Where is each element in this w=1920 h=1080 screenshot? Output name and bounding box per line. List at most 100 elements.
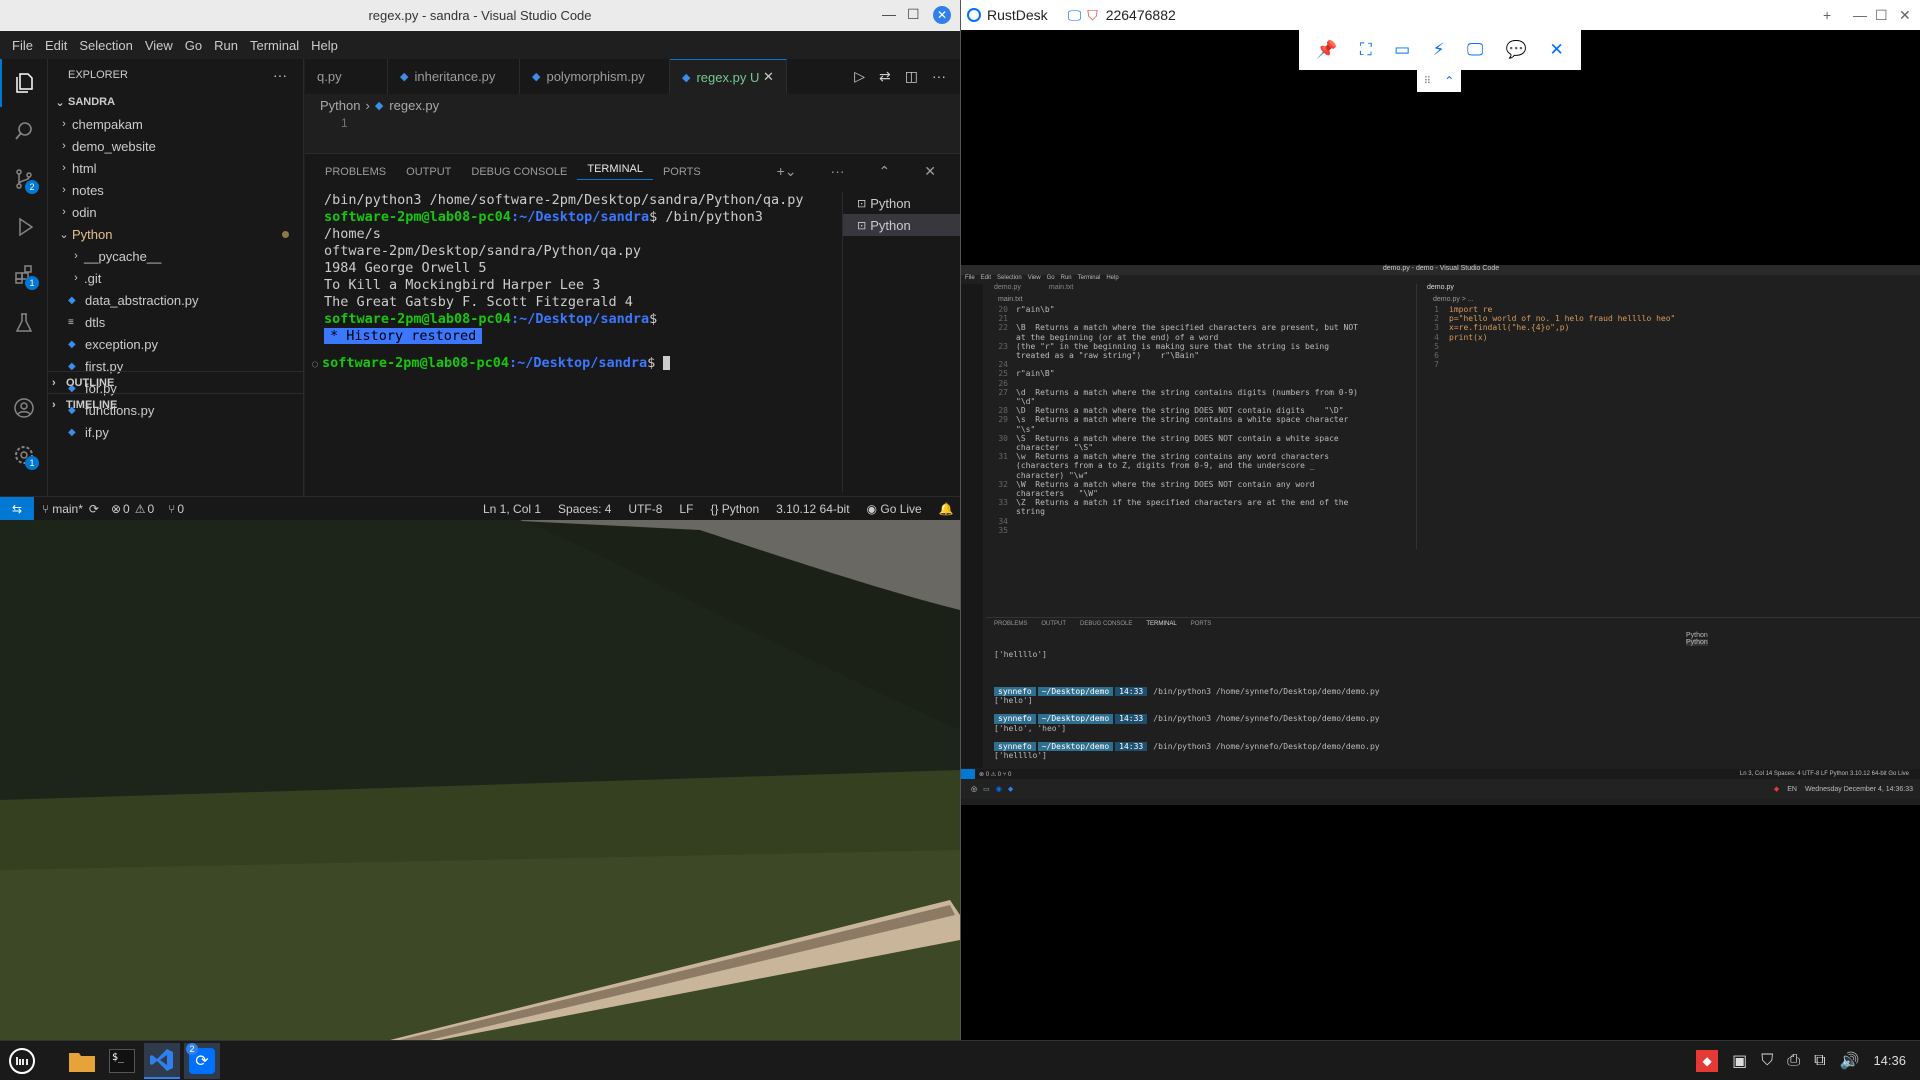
volume-tray-icon[interactable]: 🔊 [1840, 1051, 1860, 1071]
menu-selection[interactable]: Selection [73, 38, 138, 53]
remote-menu-item[interactable]: File [965, 275, 975, 281]
anydesk-tray-icon[interactable]: ◆ [1696, 1049, 1719, 1072]
chat-icon[interactable]: 💬 [1506, 40, 1527, 60]
menu-file[interactable]: File [6, 38, 39, 53]
panel-tab-debug-console[interactable]: DEBUG CONSOLE [461, 166, 577, 178]
menu-edit[interactable]: Edit [39, 38, 73, 53]
code-area[interactable]: 1 [305, 116, 960, 132]
search-icon[interactable] [0, 107, 48, 155]
tab-polymorphism-py[interactable]: ◆ polymorphism.py [520, 59, 670, 94]
tree-item[interactable]: › html [48, 157, 303, 179]
split-editor-icon[interactable]: ◫ [905, 68, 918, 85]
panel-tab-problems[interactable]: PROBLEMS [315, 166, 396, 178]
menu-go[interactable]: Go [179, 38, 208, 53]
lightning-icon[interactable]: ⚡ [1433, 40, 1445, 60]
ports-count[interactable]: 0 [177, 502, 184, 516]
terminal-output[interactable]: /bin/python3 /home/software-2pm/Desktop/… [305, 192, 825, 492]
maximize-panel-icon[interactable]: ⌃ [869, 163, 901, 180]
remote-panel-tab[interactable]: OUTPUT [1041, 621, 1066, 630]
tree-item[interactable]: ⌄ Python [48, 223, 303, 245]
tree-item[interactable]: ◆ if.py [48, 421, 303, 443]
cursor-position[interactable]: Ln 1, Col 1 [483, 502, 541, 516]
outline-section[interactable]: › OUTLINE [48, 371, 303, 393]
vscode-app-icon[interactable] [144, 1042, 180, 1079]
tree-item[interactable]: › odin [48, 201, 303, 223]
error-count[interactable]: 0 [123, 502, 130, 516]
workspace-root[interactable]: ⌄ SANDRA [48, 91, 303, 113]
panel-more-icon[interactable]: ··· [821, 163, 855, 180]
remote-rustdesk-icon[interactable]: ◉ [996, 785, 1002, 793]
minimize-icon[interactable]: — [882, 6, 896, 22]
close-panel-icon[interactable]: ✕ [914, 163, 946, 180]
close-icon[interactable]: ✕ [1899, 7, 1911, 24]
manage-gear-icon[interactable]: 1 [0, 431, 48, 479]
taskbar-clock[interactable]: 14:36 [1873, 1053, 1906, 1068]
tree-item[interactable]: ◆ data_abstraction.py [48, 289, 303, 311]
drag-handle-icon[interactable]: ⠿ [1424, 76, 1431, 87]
warning-count[interactable]: 0 [147, 502, 154, 516]
files-folder-icon[interactable] [64, 1043, 100, 1079]
remote-vscode-icon[interactable]: ◆ [1008, 785, 1013, 793]
remote-panel-tab[interactable]: DEBUG CONSOLE [1080, 621, 1132, 630]
tree-item[interactable]: ≡ dtls [48, 311, 303, 333]
extensions-icon[interactable]: 1 [0, 251, 48, 299]
remote-panel-tab[interactable]: TERMINAL [1146, 621, 1176, 630]
collapse-toolbar-icon[interactable]: ⌃ [1444, 74, 1454, 88]
remote-menu-item[interactable]: Selection [997, 275, 1022, 281]
tree-item[interactable]: › chempakam [48, 113, 303, 135]
remote-keyboard-lang[interactable]: EN [1787, 786, 1797, 793]
menu-help[interactable]: Help [305, 38, 344, 53]
remote-tab-active[interactable]: demo.py [1417, 284, 1920, 296]
breadcrumb-folder[interactable]: Python [320, 98, 360, 113]
tab-q-py[interactable]: q.py [305, 59, 388, 94]
python-interpreter[interactable]: 3.10.12 64-bit [776, 502, 849, 516]
remote-indicator-icon[interactable]: ⇆ [0, 496, 34, 521]
mint-menu-icon[interactable] [4, 1043, 40, 1079]
menu-terminal[interactable]: Terminal [244, 38, 305, 53]
remote-term-item[interactable]: Python [1686, 632, 1708, 639]
remote-term-item[interactable]: Python [1686, 639, 1708, 646]
remote-tab[interactable]: demo.py [994, 284, 1021, 296]
tab-inheritance-py[interactable]: ◆ inheritance.py [388, 59, 520, 94]
testing-icon[interactable] [0, 299, 48, 347]
maximize-icon[interactable]: ☐ [907, 6, 920, 23]
sync-icon[interactable]: ⟳ [89, 502, 99, 516]
go-live-button[interactable]: ◉ Go Live [867, 502, 922, 516]
source-control-icon[interactable]: 2 [0, 155, 48, 203]
minimize-icon[interactable]: — [1853, 7, 1867, 23]
tree-item[interactable]: ◆ exception.py [48, 333, 303, 355]
tab-regex-py[interactable]: ◆ regex.py U ✕ [670, 59, 787, 94]
remote-panel-tab[interactable]: PORTS [1191, 621, 1212, 630]
tree-item[interactable]: › demo_website [48, 135, 303, 157]
remote-menu-item[interactable]: Go [1047, 275, 1055, 281]
remote-screen[interactable]: demo.py - demo - Visual Studio Code File… [961, 265, 1920, 805]
explorer-icon[interactable] [0, 59, 48, 107]
compare-icon[interactable]: ⇄ [879, 68, 891, 85]
remote-menu-item[interactable]: View [1028, 275, 1041, 281]
shield-tray-icon[interactable]: ⛉ [1761, 1052, 1773, 1070]
remote-menu-item[interactable]: Terminal [1078, 275, 1101, 281]
line-ending[interactable]: LF [679, 502, 693, 516]
panel-tab-ports[interactable]: PORTS [653, 166, 711, 178]
close-icon[interactable]: ✕ [933, 6, 951, 24]
menu-view[interactable]: View [139, 38, 179, 53]
menu-run[interactable]: Run [208, 38, 244, 53]
screen-icon[interactable]: 🖵 [1467, 40, 1483, 60]
notifications-bell-icon[interactable]: 🔔 [939, 502, 954, 516]
clipboard-tray-icon[interactable]: ▣ [1732, 1051, 1747, 1071]
terminal-list-item[interactable]: ⊡ Python [843, 192, 960, 214]
tab-close-icon[interactable]: ✕ [763, 69, 774, 85]
panel-tab-terminal[interactable]: TERMINAL [577, 163, 653, 180]
rustdesk-app-icon[interactable]: ⟳ 2 [184, 1042, 220, 1079]
display-icon[interactable]: ▭ [1394, 40, 1410, 60]
pin-icon[interactable]: 📌 [1316, 40, 1337, 60]
remote-files-icon[interactable]: ▭ [983, 785, 990, 793]
indentation[interactable]: Spaces: 4 [558, 502, 611, 516]
tree-item[interactable]: › __pycache__ [48, 245, 303, 267]
close-session-icon[interactable]: ✕ [1549, 40, 1563, 60]
breadcrumb-file[interactable]: regex.py [389, 98, 439, 113]
run-python-icon[interactable]: ▷ [854, 68, 865, 85]
accounts-icon[interactable] [0, 384, 48, 432]
remote-tab[interactable]: main.txt [1049, 284, 1074, 296]
remote-menu-icon[interactable]: ◎ [971, 785, 977, 793]
